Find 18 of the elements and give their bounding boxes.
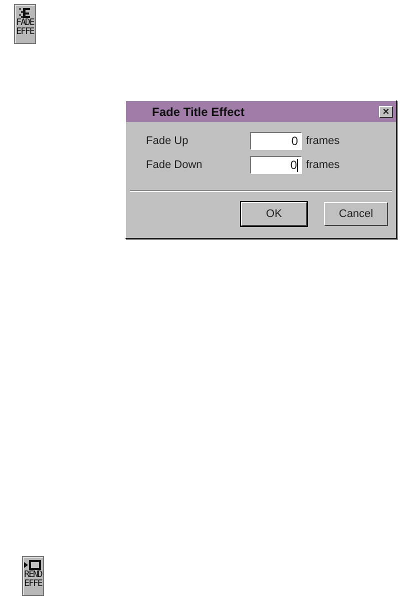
- close-button[interactable]: ×: [379, 106, 393, 118]
- film-play-icon: [24, 559, 42, 571]
- ok-button[interactable]: OK: [241, 202, 307, 226]
- unit-label: frames: [306, 135, 341, 147]
- icon-label: REND: [24, 571, 42, 580]
- unit-label: frames: [306, 159, 341, 171]
- field-label: Fade Up: [146, 135, 190, 147]
- number-field[interactable]: 0: [250, 132, 302, 150]
- number-field[interactable]: 0: [250, 156, 302, 174]
- desktop-icon[interactable]: FADE EFFE: [14, 4, 36, 44]
- fade-letter-icon: [19, 7, 31, 19]
- icon-label: FADE: [16, 19, 34, 28]
- dialog-title: Fade Title Effect: [152, 104, 244, 118]
- desktop-icon[interactable]: REND EFFE: [22, 556, 44, 596]
- cancel-button[interactable]: Cancel: [324, 202, 388, 226]
- field-label: Fade Down: [146, 159, 204, 171]
- icon-label: EFFE: [24, 580, 42, 589]
- icon-label: EFFE: [16, 28, 34, 37]
